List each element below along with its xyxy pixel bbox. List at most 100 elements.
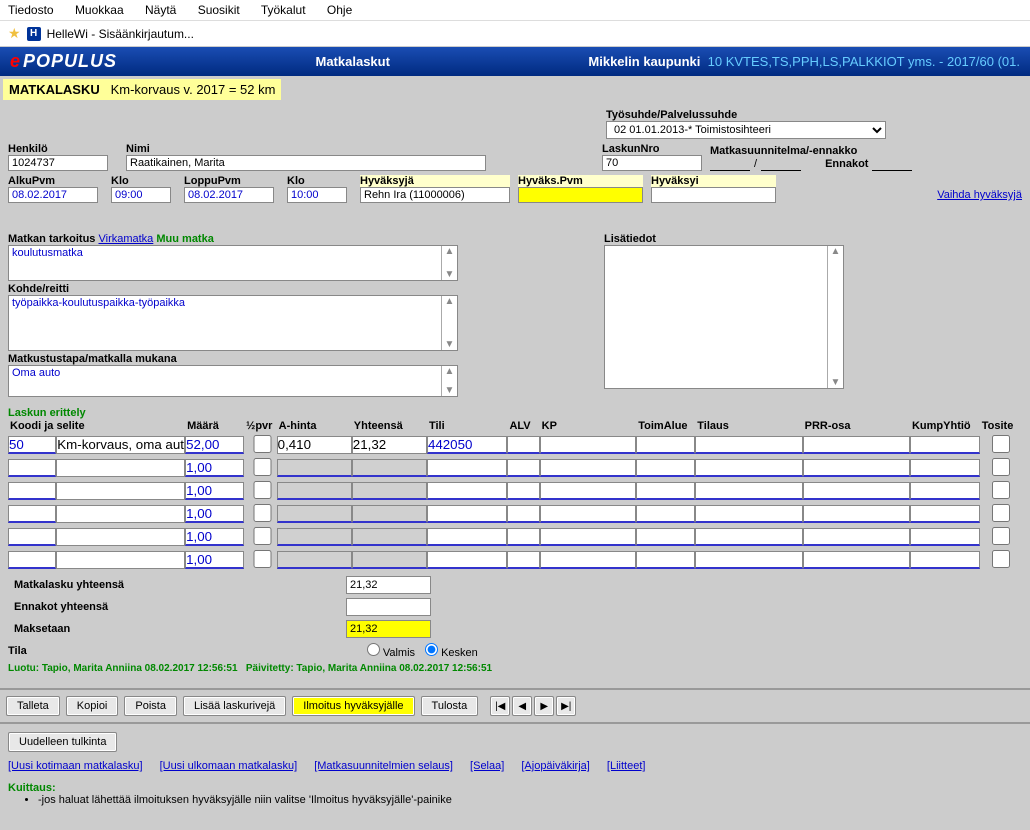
tila-valmis[interactable]: Valmis [367,643,415,659]
laskunro-label: LaskunNro [602,143,702,155]
cell-prr[interactable] [803,436,910,454]
menu-muokkaa[interactable]: Muokkaa [75,3,124,17]
app-logo: ePOPULUS [10,51,117,72]
cell-ahinta[interactable] [277,436,352,454]
poista-button[interactable]: Poista [124,696,177,716]
klo1-input[interactable] [111,187,171,203]
nav-next-button[interactable]: ▶ [534,696,554,716]
tarkoitus-textarea[interactable]: koulutusmatka [9,246,441,280]
tarkoitus-label: Matkan tarkoitus [8,233,95,245]
total-matkalasku-value [346,576,431,594]
page-title: Matkalaskut [117,54,588,69]
total-maksetaan-value [346,620,431,638]
total-maksetaan-label: Maksetaan [10,619,340,639]
bookmark-icon: H [27,27,41,41]
tila-kesken[interactable]: Kesken [425,643,478,659]
klo2-input[interactable] [287,187,347,203]
ennakot-value [872,157,912,171]
nav-first-button[interactable]: |◀ [490,696,510,716]
menu-tyokalut[interactable]: Työkalut [261,3,306,17]
alkupvm-label: AlkuPvm [8,175,103,187]
scroll-arrows[interactable]: ▲▼ [441,246,457,280]
context-link[interactable]: 10 KVTES,TS,PPH,LS,PALKKIOT yms. - 2017/… [708,54,1020,69]
nimi-input[interactable] [126,155,486,171]
scroll-arrows[interactable]: ▲▼ [827,246,843,388]
link-selaa[interactable]: [Selaa] [470,760,504,772]
talleta-button[interactable]: Talleta [6,696,60,716]
menu-suosikit[interactable]: Suosikit [198,3,240,17]
hyvaksyja-label: Hyväksyjä [360,175,510,187]
lisatiedot-label: Lisätiedot [604,233,844,245]
klo1-label: Klo [111,175,176,187]
total-ennakot-value [346,598,431,616]
scroll-arrows[interactable]: ▲▼ [441,366,457,396]
muumatka-label[interactable]: Muu matka [156,233,213,245]
cell-toimalue[interactable] [636,436,695,454]
subheader: MATKALASKU Km-korvaus v. 2017 = 52 km [0,76,1030,103]
menu-nayta[interactable]: Näytä [145,3,176,17]
laskunro-input[interactable] [602,155,702,171]
link-uusi-kotimaan[interactable]: [Uusi kotimaan matkalasku] [8,760,143,772]
total-ennakot-label: Ennakot yhteensä [10,597,340,617]
cell-koodi[interactable] [8,436,56,454]
tulosta-button[interactable]: Tulosta [421,696,479,716]
cell-halfday[interactable] [246,435,279,453]
link-ajopaiv[interactable]: [Ajopäiväkirja] [521,760,589,772]
kohde-textarea[interactable]: työpaikka-koulutuspaikka-työpaikka [9,296,441,350]
table-row [8,548,1018,571]
link-matkasuunn[interactable]: [Matkasuunnitelmien selaus] [314,760,453,772]
link-liitteet[interactable]: [Liitteet] [607,760,646,772]
button-bar: Talleta Kopioi Poista Lisää laskurivejä … [0,688,1030,724]
cell-tosite[interactable] [982,435,1020,453]
lisaa-button[interactable]: Lisää laskurivejä [183,696,286,716]
hyvakspvm-input [518,187,643,203]
header-org: Mikkelin kaupunki 10 KVTES,TS,PPH,LS,PAL… [588,54,1020,69]
browser-menubar: Tiedosto Muokkaa Näytä Suosikit Työkalut… [0,0,1030,21]
menu-tiedosto[interactable]: Tiedosto [8,3,54,17]
table-row [8,502,1018,525]
bookmark-label[interactable]: HelleWi - Sisäänkirjautum... [47,27,194,41]
cell-alv[interactable] [507,436,539,454]
scroll-arrows[interactable]: ▲▼ [441,296,457,350]
virkamatka-link[interactable]: Virkamatka [98,233,153,245]
cell-kp[interactable] [540,436,637,454]
henkilo-label: Henkilö [8,143,118,155]
cell-tilaus[interactable] [695,436,802,454]
app-header: ePOPULUS Matkalaskut Mikkelin kaupunki 1… [0,47,1030,76]
alkupvm-input[interactable] [8,187,98,203]
link-uusi-ulkomaan[interactable]: [Uusi ulkomaan matkalasku] [160,760,298,772]
nav-last-button[interactable]: ▶| [556,696,576,716]
matkasuunn-field2[interactable] [761,157,801,171]
matkustustapa-textarea[interactable]: Oma auto [9,366,441,396]
tyosuhde-label: Työsuhde/Palvelussuhde [606,109,886,121]
lisatiedot-textarea[interactable] [605,246,827,388]
hyvakspvm-label: Hyväks.Pvm [518,175,643,187]
loppupvm-input[interactable] [184,187,274,203]
cell-maara[interactable] [185,436,244,454]
kuittaus-title: Kuittaus: [8,782,1022,794]
total-matkalasku-label: Matkalasku yhteensä [10,575,340,595]
bookmark-bar: ★ H HelleWi - Sisäänkirjautum... [0,21,1030,47]
tyosuhde-select[interactable]: 02 01.01.2013-* Toimistosihteeri [606,121,886,139]
matkasuunn-field1[interactable] [710,157,750,171]
kopioi-button[interactable]: Kopioi [66,696,119,716]
cell-kump[interactable] [910,436,980,454]
star-icon[interactable]: ★ [8,25,21,42]
henkilo-input[interactable] [8,155,108,171]
audit-luotu: Luotu: Tapio, Marita Anniina 08.02.2017 … [8,663,238,674]
vaihda-hyvaksyja-link[interactable]: Vaihda hyväksyjä [937,189,1022,201]
matkustustapa-label: Matkustustapa/matkalla mukana [8,353,458,365]
ilmoitus-button[interactable]: Ilmoitus hyväksyjälle [292,696,414,716]
cell-tili[interactable] [427,436,508,454]
matkasuunn-label: Matkasuunnitelma/-ennakko [710,145,1010,157]
uudelleen-button[interactable]: Uudelleen tulkinta [8,732,117,752]
erittely-title: Laskun erittely [8,407,1022,419]
hyvaksyi-input [651,187,776,203]
nav-prev-button[interactable]: ◀ [512,696,532,716]
audit-paiv: Päivitetty: Tapio, Marita Anniina 08.02.… [246,663,492,674]
kuittaus-text: -jos haluat lähettää ilmoituksen hyväksy… [38,794,1022,806]
cell-selite[interactable] [56,436,185,454]
nimi-label: Nimi [126,143,486,155]
klo2-label: Klo [287,175,352,187]
menu-ohje[interactable]: Ohje [327,3,352,17]
